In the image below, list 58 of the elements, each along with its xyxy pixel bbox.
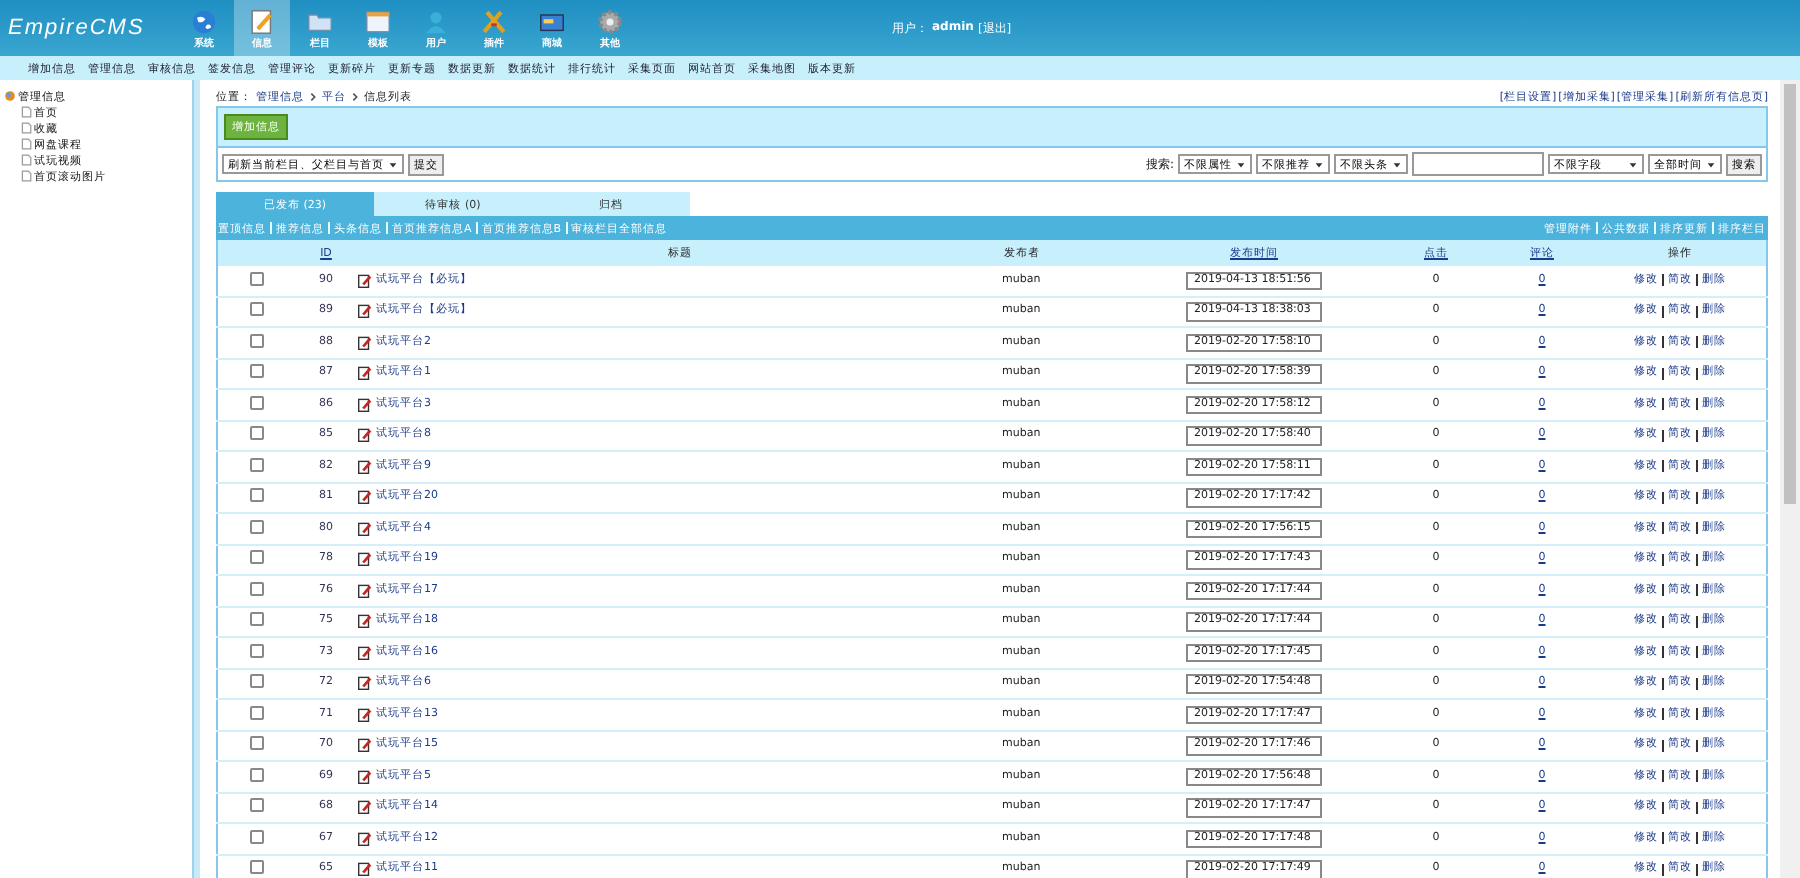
edit-page-icon <box>358 645 372 660</box>
edit-page-icon <box>358 831 372 846</box>
row-checkbox[interactable] <box>249 364 263 378</box>
edit-page-icon <box>358 707 372 722</box>
scrollbar[interactable] <box>1780 80 1800 878</box>
user-icon <box>422 7 450 35</box>
row-checkbox[interactable] <box>249 767 263 781</box>
edit-page-icon <box>358 304 372 319</box>
splitter-handle[interactable] <box>192 80 200 878</box>
row-checkbox[interactable] <box>249 271 263 285</box>
globe-icon <box>190 7 218 35</box>
row-checkbox[interactable] <box>249 612 263 626</box>
row-checkbox[interactable] <box>249 860 263 874</box>
edit-page-icon <box>358 769 372 784</box>
edit-page-icon <box>358 335 372 350</box>
edit-page-icon <box>358 397 372 412</box>
edit-page-icon <box>358 552 372 567</box>
notepad-icon <box>248 7 276 35</box>
row-checkbox[interactable] <box>249 488 263 502</box>
row-checkbox[interactable] <box>249 581 263 595</box>
row-checkbox[interactable] <box>249 333 263 347</box>
row-checkbox[interactable] <box>249 705 263 719</box>
logo: EmpireCMS <box>8 16 147 40</box>
row-checkbox[interactable] <box>249 643 263 657</box>
row-checkbox[interactable] <box>249 798 263 812</box>
edit-page-icon <box>358 800 372 815</box>
row-checkbox[interactable] <box>249 550 263 564</box>
gear-icon <box>596 7 624 35</box>
edit-page-icon <box>358 490 372 505</box>
row-checkbox[interactable] <box>249 674 263 688</box>
edit-page-icon <box>358 428 372 443</box>
edit-page-icon <box>358 614 372 629</box>
edit-page-icon <box>358 738 372 753</box>
edit-page-icon <box>358 459 372 474</box>
edit-page-icon <box>358 366 372 381</box>
row-checkbox[interactable] <box>249 395 263 409</box>
chevron-icon <box>308 92 318 102</box>
row-checkbox[interactable] <box>249 519 263 533</box>
row-checkbox[interactable] <box>249 829 263 843</box>
caret-icon <box>1236 159 1246 169</box>
caret-icon <box>388 159 398 169</box>
row-checkbox[interactable] <box>249 736 263 750</box>
edit-page-icon <box>358 273 372 288</box>
edit-page-icon <box>358 583 372 598</box>
caret-icon <box>1706 159 1716 169</box>
caret-icon <box>1392 159 1402 169</box>
row-checkbox[interactable] <box>249 302 263 316</box>
window-icon <box>364 7 392 35</box>
edit-page-icon <box>358 676 372 691</box>
caret-icon <box>1628 159 1638 169</box>
tools-icon <box>480 7 508 35</box>
edit-page-icon <box>358 521 372 536</box>
chevron-icon <box>350 92 360 102</box>
row-checkbox[interactable] <box>249 457 263 471</box>
caret-icon <box>1314 159 1324 169</box>
search-field[interactable] <box>1412 152 1544 176</box>
edit-page-icon <box>358 862 372 877</box>
row-checkbox[interactable] <box>249 426 263 440</box>
